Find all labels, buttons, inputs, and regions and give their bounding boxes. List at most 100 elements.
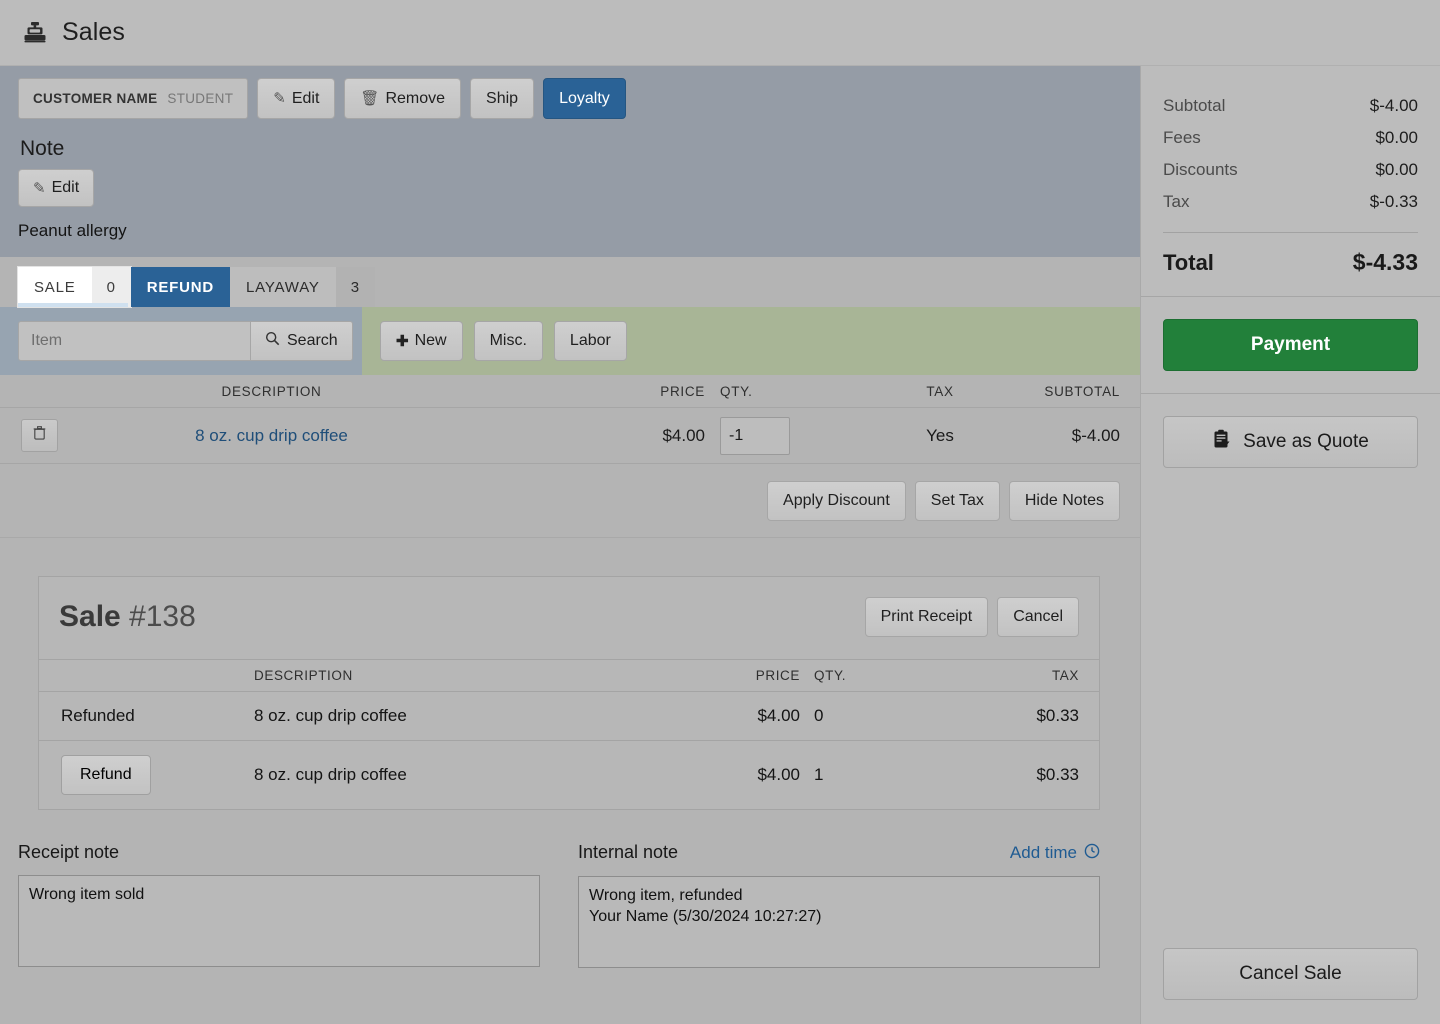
- misc-item-button[interactable]: Misc.: [473, 321, 543, 361]
- notes-row: Receipt note Internal note Add time: [0, 810, 1140, 973]
- save-as-quote-button[interactable]: Save as Quote: [1163, 416, 1418, 468]
- refund-line-button[interactable]: Refund: [61, 755, 151, 795]
- set-tax-label: Set Tax: [930, 491, 984, 509]
- cancel-sale-wrap: Cancel Sale: [1141, 948, 1440, 1024]
- loyalty-button[interactable]: Loyalty: [543, 78, 626, 119]
- internal-note-label: Internal note: [578, 842, 679, 862]
- tab-sale-count: 0: [91, 267, 131, 307]
- totals-row-tax: Tax $-0.33: [1163, 186, 1418, 218]
- line-item-link[interactable]: 8 oz. cup drip coffee: [195, 426, 348, 445]
- customer-name-label: CUSTOMER NAME: [33, 91, 158, 106]
- totals-sidebar: Subtotal $-4.00 Fees $0.00 Discounts $0.…: [1140, 66, 1440, 1024]
- totals-fees-label: Fees: [1163, 128, 1201, 147]
- receipt-note-header: Receipt note: [18, 842, 540, 863]
- transaction-tabs: SALE 0 REFUND LAYAWAY 3: [0, 257, 1140, 307]
- hide-notes-button[interactable]: Hide Notes: [1008, 480, 1120, 521]
- sales-app: Sales CUSTOMER NAME STUDENT ✎ Edit 🗑 Rem…: [0, 0, 1440, 1024]
- cart-table-header: DESCRIPTION PRICE QTY. TAX SUBTOTAL: [0, 375, 1140, 408]
- set-tax-button[interactable]: Set Tax: [914, 480, 1000, 521]
- receipt-note-label: Receipt note: [18, 842, 120, 862]
- new-item-label: New: [414, 332, 447, 349]
- totals-panel: Subtotal $-4.00 Fees $0.00 Discounts $0.…: [1141, 66, 1440, 296]
- sale-items-header-row: DESCRIPTION PRICE QTY. TAX: [39, 660, 1099, 692]
- sale-row-qty: 0: [814, 691, 934, 741]
- tab-sale-label: SALE: [34, 278, 76, 296]
- sale-row-tax: $0.33: [1036, 765, 1079, 784]
- totals-discounts-value: $0.00: [1375, 160, 1418, 179]
- internal-note-textarea[interactable]: [578, 875, 1100, 968]
- tab-refund[interactable]: REFUND: [130, 267, 231, 307]
- search-input[interactable]: [18, 321, 250, 361]
- sale-row-tax: $0.33: [934, 691, 1099, 741]
- tab-refund-label: REFUND: [146, 278, 215, 296]
- receipt-note-textarea[interactable]: [18, 875, 540, 967]
- receipt-note-block: Receipt note: [18, 842, 540, 973]
- refund-line-label: Refund: [80, 766, 132, 783]
- new-item-button[interactable]: ✚ New: [380, 321, 463, 361]
- cancel-sale-button[interactable]: Cancel Sale: [1163, 948, 1418, 1000]
- trash-icon: [32, 425, 47, 446]
- customer-remove-button[interactable]: 🗑 Remove: [344, 78, 462, 119]
- tab-sale[interactable]: SALE 0: [18, 267, 131, 307]
- plus-icon: ✚: [396, 332, 409, 350]
- sale-items-table-body: Refunded 8 oz. cup drip coffee $4.00 0 $…: [39, 691, 1099, 810]
- app-header: Sales: [0, 0, 1440, 66]
- totals-row-total: Total $-4.33: [1163, 243, 1418, 278]
- sale-col-price: PRICE: [584, 660, 814, 692]
- sale-row-qty: 1: [814, 765, 824, 784]
- item-actions-zone: ✚ New Misc. Labor: [362, 307, 1140, 375]
- labor-item-button[interactable]: Labor: [553, 321, 627, 361]
- pencil-icon: ✎: [273, 90, 286, 107]
- customer-edit-button[interactable]: ✎ Edit: [257, 78, 336, 119]
- save-quote-wrap: Save as Quote: [1141, 394, 1440, 490]
- sale-cancel-button[interactable]: Cancel: [997, 597, 1079, 637]
- cart-col-qty: QTY.: [720, 383, 753, 399]
- qty-input[interactable]: [720, 416, 790, 455]
- note-edit-button[interactable]: ✎ Edit: [18, 169, 95, 207]
- print-receipt-button[interactable]: Print Receipt: [864, 597, 989, 637]
- ship-label: Ship: [486, 89, 519, 107]
- totals-total-value: $-4.33: [1352, 249, 1418, 275]
- tab-layaway-count: 3: [335, 267, 375, 307]
- customer-name-field[interactable]: CUSTOMER NAME STUDENT: [18, 78, 249, 119]
- sale-col-tax: TAX: [934, 660, 1099, 692]
- totals-row-discounts: Discounts $0.00: [1163, 154, 1418, 186]
- payment-button[interactable]: Payment: [1163, 319, 1418, 371]
- hide-notes-label: Hide Notes: [1024, 491, 1104, 509]
- cash-register-icon: [22, 20, 48, 46]
- sale-card-header: Sale #138 Print Receipt Cancel: [39, 577, 1099, 660]
- sale-col-description: DESCRIPTION: [254, 660, 584, 692]
- tab-layaway[interactable]: LAYAWAY 3: [230, 267, 375, 307]
- totals-tax-label: Tax: [1163, 192, 1190, 211]
- sale-card-title: Sale #138: [59, 600, 196, 634]
- payment-label: Payment: [1250, 334, 1331, 355]
- totals-subtotal-label: Subtotal: [1163, 96, 1226, 115]
- totals-row-subtotal: Subtotal $-4.00: [1163, 90, 1418, 122]
- sale-row-status: Refunded: [39, 691, 254, 741]
- search-zone: Search: [0, 307, 362, 375]
- cart-col-price: PRICE: [660, 383, 705, 399]
- sale-col-action: [39, 660, 254, 692]
- item-search-bar: Search ✚ New Misc. Labor: [0, 307, 1140, 375]
- trash-icon: 🗑: [360, 90, 380, 107]
- totals-fees-value: $0.00: [1375, 128, 1418, 147]
- search-button-label: Search: [287, 332, 338, 349]
- cart-row-description-cell: 8 oz. cup drip coffee: [78, 426, 585, 446]
- customer-name-value: STUDENT: [167, 91, 234, 106]
- sale-row-description: 8 oz. cup drip coffee: [254, 691, 584, 741]
- search-icon: [265, 331, 280, 351]
- sale-row-description: 8 oz. cup drip coffee: [254, 765, 407, 784]
- cancel-sale-label: Cancel Sale: [1239, 963, 1342, 984]
- misc-item-label: Misc.: [489, 332, 527, 349]
- sale-items-table: DESCRIPTION PRICE QTY. TAX Refunded 8 oz…: [39, 660, 1099, 809]
- cart-table: DESCRIPTION PRICE QTY. TAX SUBTOTAL 8 oz…: [0, 375, 1140, 538]
- ship-button[interactable]: Ship: [470, 78, 535, 119]
- search-button[interactable]: Search: [250, 321, 353, 361]
- apply-discount-button[interactable]: Apply Discount: [767, 480, 906, 521]
- table-row: 8 oz. cup drip coffee $4.00 Yes $-4.00: [0, 408, 1140, 464]
- pencil-icon: ✎: [33, 179, 46, 197]
- cart-col-subtotal: SUBTOTAL: [1044, 383, 1120, 399]
- add-time-link[interactable]: Add time: [1010, 843, 1100, 864]
- delete-line-item-button[interactable]: [20, 419, 58, 452]
